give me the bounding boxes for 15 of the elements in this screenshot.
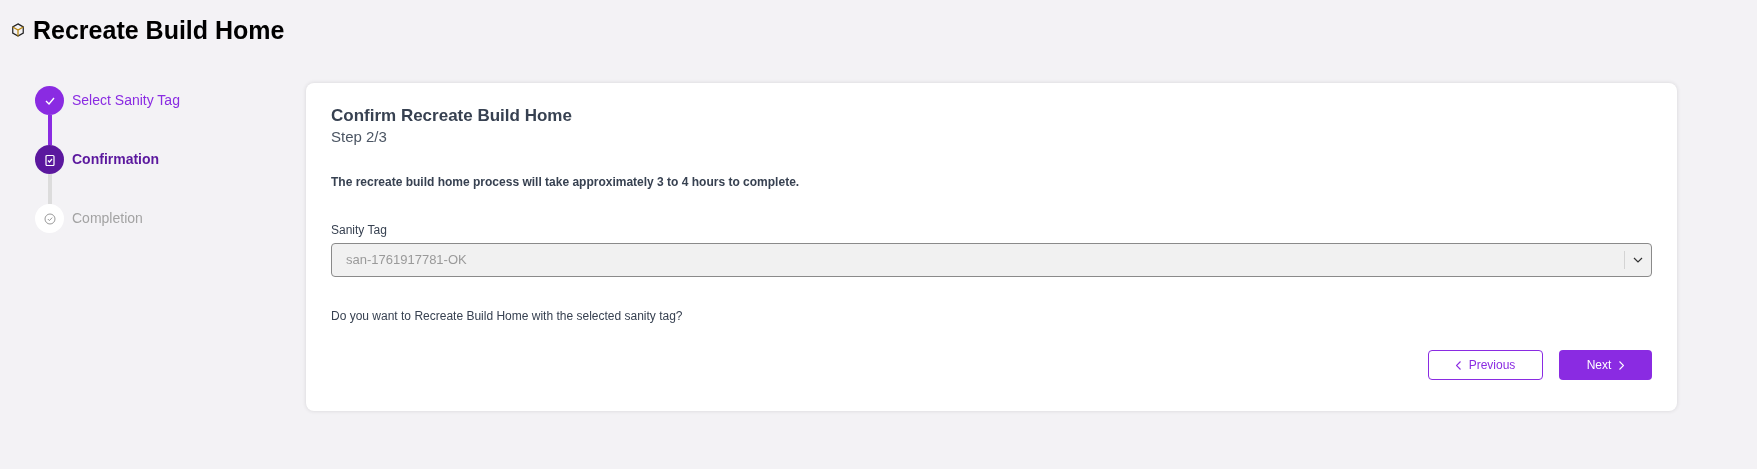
previous-button[interactable]: Previous — [1428, 350, 1543, 380]
chevron-right-icon — [1619, 360, 1625, 370]
step-label: Confirmation — [72, 150, 160, 169]
question-text: Do you want to Recreate Build Home with the selected sanity tag? — [331, 308, 684, 325]
card-title: Confirm Recreate Build Home — [331, 105, 573, 127]
field-label: Sanity Tag — [331, 222, 388, 239]
step-label: Select Sanity Tag — [72, 91, 180, 110]
notice-text: The recreate build home process will take approximately 3 to 4 hours to complete. — [331, 174, 801, 191]
page-title: Recreate Build Home — [33, 15, 285, 46]
cube-icon — [11, 23, 25, 37]
next-button[interactable]: Next — [1559, 350, 1652, 380]
chevron-down-icon — [1633, 257, 1643, 263]
chevron-left-icon — [1455, 360, 1461, 370]
step-counter: Step 2/3 — [331, 127, 388, 147]
step-label: Completion — [72, 209, 143, 228]
